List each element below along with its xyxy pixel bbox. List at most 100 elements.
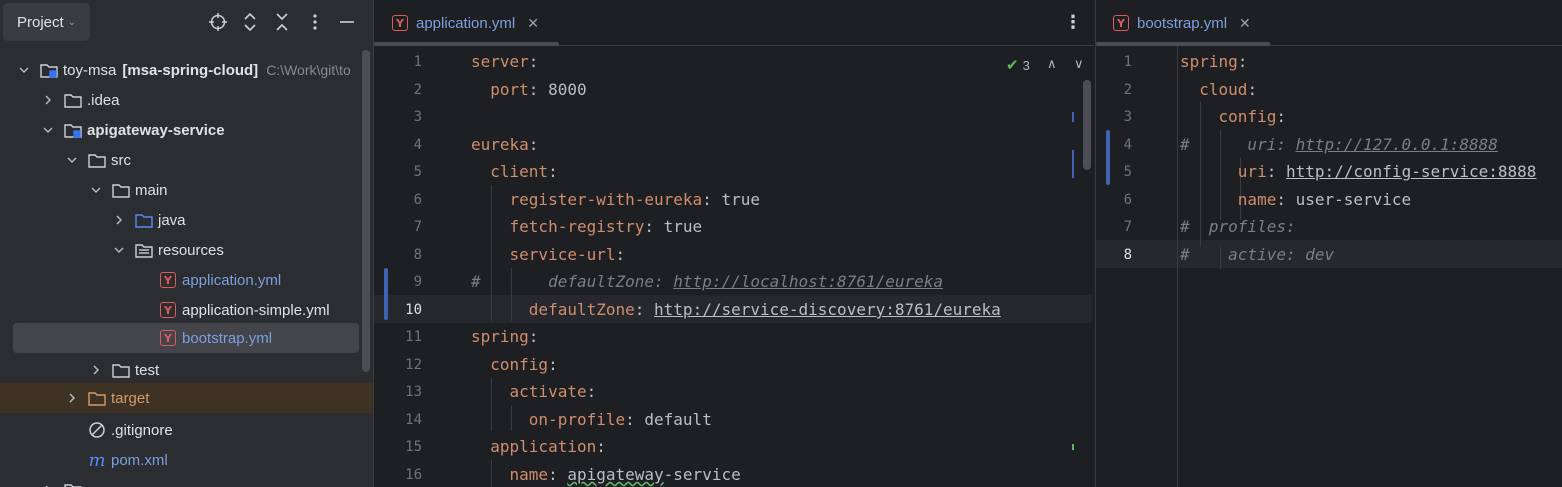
line-number: 8 (413, 247, 422, 263)
expand-all-icon[interactable] (238, 10, 262, 34)
code-line: spring: (471, 327, 539, 346)
tree-item-idea[interactable]: .idea (0, 85, 373, 115)
tree-item-apigateway-service[interactable]: apigateway-service (0, 115, 373, 145)
line-number: 13 (405, 384, 422, 400)
chevron-down-icon[interactable] (89, 183, 103, 197)
line-number: 7 (1123, 219, 1132, 235)
collapse-all-icon[interactable] (270, 10, 294, 34)
tree-item-label: .gitignore (111, 421, 173, 439)
line-number: 14 (405, 412, 422, 428)
line-number: 2 (413, 82, 422, 98)
tree-item-resources[interactable]: resources (0, 235, 373, 265)
code-line: defaultZone: http://service-discovery:87… (528, 300, 1001, 319)
chevron-down-icon[interactable] (41, 123, 55, 137)
yaml-file-icon: Y (160, 330, 176, 346)
line-number: 6 (413, 192, 422, 208)
tree-item-label: main (135, 181, 168, 199)
tree-item-bootstrap-yml[interactable]: Y bootstrap.yml (13, 323, 359, 353)
change-stripe (1072, 150, 1074, 178)
folder-icon (111, 181, 131, 199)
tree-item-target[interactable]: target (0, 383, 373, 413)
tree-item-application-simple-yml[interactable]: Y application-simple.yml (0, 295, 373, 325)
excluded-folder-icon (87, 389, 107, 407)
vcs-change-marker[interactable] (1106, 130, 1110, 185)
chevron-right-icon[interactable] (41, 93, 55, 107)
tree-item-pom-xml[interactable]: m pom.xml (0, 445, 373, 475)
close-icon[interactable]: ✕ (1239, 15, 1251, 32)
tree-item-gitignore[interactable]: .gitignore (0, 415, 373, 445)
tree-item-src[interactable]: src (0, 145, 373, 175)
inspection-widget[interactable]: ✔ 3 (1006, 56, 1030, 74)
line-number: 2 (1123, 82, 1132, 98)
line-number: 15 (405, 439, 422, 455)
line-number: 3 (1123, 109, 1132, 125)
code-line: config: (1218, 107, 1286, 126)
tree-item-label: java (158, 211, 186, 229)
active-tab-indicator (374, 42, 559, 46)
editor-application-yml: Y application.yml ✕ ⋮ ✔ 3 ∧ ∨ 1 2 3 4 5 … (373, 0, 1094, 487)
code-line: client: (490, 162, 558, 181)
code-line: spring: (1180, 52, 1248, 71)
locate-icon[interactable] (206, 10, 230, 34)
chevron-right-icon[interactable] (65, 391, 79, 405)
project-scrollbar[interactable] (362, 50, 370, 372)
tree-item-toy-msa[interactable]: toy-msa [msa-spring-cloud] C:\Work\git\t… (0, 55, 373, 85)
chevron-right-icon[interactable] (41, 483, 55, 487)
chevron-down-icon[interactable] (65, 153, 79, 167)
chevron-up-icon[interactable]: ∧ (1047, 56, 1057, 72)
line-number-current: 10 (405, 302, 422, 318)
folder-icon (63, 91, 83, 109)
tab-bootstrap-yml[interactable]: Y bootstrap.yml ✕ (1113, 0, 1251, 46)
code-line: config: (490, 355, 558, 374)
tree-item-path: C:\Work\git\to (266, 62, 351, 78)
code-line: eureka: (471, 135, 539, 154)
chevron-right-icon[interactable] (89, 363, 103, 377)
code-line: application: (490, 437, 606, 456)
project-view-dropdown[interactable]: Project ⌄ (3, 3, 91, 41)
tree-item-partial[interactable] (0, 475, 373, 487)
maven-icon: m (88, 449, 106, 471)
chevron-down-icon[interactable] (112, 243, 126, 257)
tree-item-label: apigateway-service (87, 121, 225, 139)
ignore-file-icon (87, 421, 107, 439)
line-number: 9 (413, 274, 422, 290)
tree-item-main[interactable]: main (0, 175, 373, 205)
tree-item-label: application.yml (182, 271, 282, 289)
inspection-count: 3 (1022, 57, 1030, 73)
tab-application-yml[interactable]: Y application.yml ✕ (392, 0, 539, 46)
editor-scrollbar[interactable] (1083, 80, 1091, 170)
line-number: 12 (405, 357, 422, 373)
vcs-change-marker[interactable] (384, 268, 388, 320)
tab-label: bootstrap.yml (1137, 14, 1228, 32)
minimize-icon[interactable] (335, 10, 359, 34)
code-line: # profiles: (1180, 217, 1296, 236)
chevron-down-icon[interactable]: ∨ (1074, 56, 1084, 72)
line-number: 3 (413, 109, 422, 125)
code-line: activate: (509, 382, 597, 401)
line-number-current: 8 (1123, 247, 1132, 263)
resources-folder-icon (134, 241, 154, 259)
code-line: service-url: (509, 245, 626, 264)
line-number: 11 (405, 329, 422, 345)
tree-item-java[interactable]: java (0, 205, 373, 235)
tree-item-label: resources (158, 241, 224, 259)
tree-item-project-name: [msa-spring-cloud] (122, 61, 259, 79)
code-line: cloud: (1199, 80, 1258, 99)
yaml-file-icon: Y (392, 15, 408, 31)
tree-item-test[interactable]: test (0, 355, 373, 385)
project-panel: Project ⌄ toy-msa [msa-spring-cloud] C:\… (0, 0, 373, 487)
editor-tabbar: Y bootstrap.yml ✕ (1096, 0, 1562, 46)
chevron-right-icon[interactable] (112, 213, 126, 227)
tree-item-application-yml[interactable]: Y application.yml (0, 265, 373, 295)
code-line: server: (471, 52, 539, 71)
line-number: 16 (405, 467, 422, 483)
check-icon: ✔ (1006, 57, 1019, 74)
module-folder-icon (63, 121, 83, 139)
close-icon[interactable]: ✕ (527, 15, 539, 32)
chevron-down-icon[interactable] (17, 63, 31, 77)
editor-options-kebab-icon[interactable]: ⋮ (1064, 12, 1082, 33)
yaml-file-icon: Y (1113, 15, 1129, 31)
tree-item-label: target (111, 389, 150, 407)
module-folder-icon (63, 481, 83, 487)
options-kebab-icon[interactable] (303, 10, 327, 34)
